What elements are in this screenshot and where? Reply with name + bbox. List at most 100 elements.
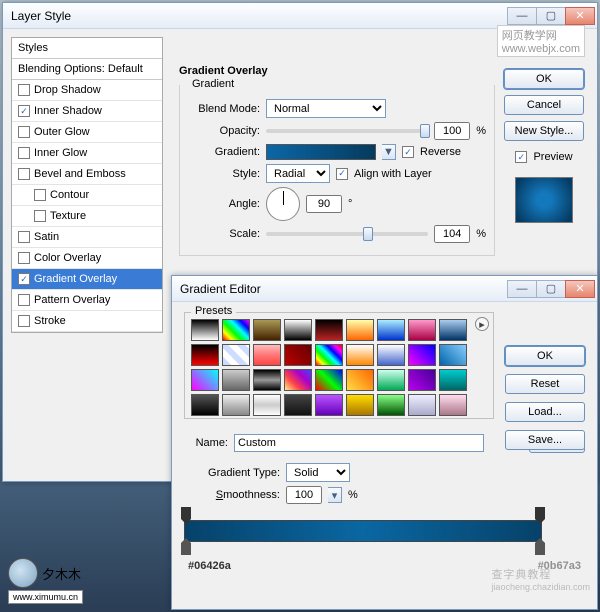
- smoothness-value[interactable]: [286, 486, 322, 504]
- opacity-value[interactable]: [434, 122, 470, 140]
- presets-options-icon[interactable]: ▸: [475, 317, 489, 331]
- color-stop-right[interactable]: [535, 543, 545, 555]
- style-item-contour[interactable]: Contour: [12, 185, 162, 206]
- preset-swatch[interactable]: [315, 344, 343, 366]
- style-checkbox[interactable]: [18, 294, 30, 306]
- style-item-satin[interactable]: Satin: [12, 227, 162, 248]
- style-item-gradient-overlay[interactable]: Gradient Overlay: [12, 269, 162, 290]
- preset-swatch[interactable]: [284, 394, 312, 416]
- minimize-button[interactable]: —: [507, 7, 537, 25]
- style-item-drop-shadow[interactable]: Drop Shadow: [12, 80, 162, 101]
- preset-swatch[interactable]: [284, 344, 312, 366]
- ge-load-button[interactable]: Load...: [505, 402, 585, 422]
- preset-swatch[interactable]: [346, 394, 374, 416]
- scale-slider[interactable]: [266, 232, 428, 236]
- style-checkbox[interactable]: [34, 210, 46, 222]
- preset-swatch[interactable]: [284, 319, 312, 341]
- style-item-color-overlay[interactable]: Color Overlay: [12, 248, 162, 269]
- style-item-inner-glow[interactable]: Inner Glow: [12, 143, 162, 164]
- blending-options-header[interactable]: Blending Options: Default: [12, 59, 162, 80]
- preview-checkbox[interactable]: [515, 151, 527, 163]
- preset-swatch[interactable]: [377, 394, 405, 416]
- ge-minimize[interactable]: —: [507, 280, 537, 298]
- opacity-slider[interactable]: [266, 129, 428, 133]
- opacity-stop-right[interactable]: [535, 507, 545, 519]
- preset-swatch[interactable]: [191, 344, 219, 366]
- preset-swatch[interactable]: [315, 319, 343, 341]
- preset-swatch[interactable]: [408, 319, 436, 341]
- scale-value[interactable]: [434, 225, 470, 243]
- preset-swatch[interactable]: [346, 319, 374, 341]
- preset-swatch[interactable]: [191, 319, 219, 341]
- preset-swatch[interactable]: [408, 394, 436, 416]
- style-checkbox[interactable]: [18, 147, 30, 159]
- preset-swatch[interactable]: [315, 394, 343, 416]
- maximize-button[interactable]: ▢: [536, 7, 566, 25]
- preset-swatch[interactable]: [439, 369, 467, 391]
- style-item-stroke[interactable]: Stroke: [12, 311, 162, 332]
- style-item-texture[interactable]: Texture: [12, 206, 162, 227]
- preset-swatch[interactable]: [191, 394, 219, 416]
- preset-swatch[interactable]: [346, 369, 374, 391]
- style-checkbox[interactable]: [18, 231, 30, 243]
- styles-header[interactable]: Styles: [12, 38, 162, 59]
- style-item-bevel-and-emboss[interactable]: Bevel and Emboss: [12, 164, 162, 185]
- preset-swatch[interactable]: [253, 319, 281, 341]
- ge-ok-button[interactable]: OK: [505, 346, 585, 366]
- preset-swatch[interactable]: [377, 319, 405, 341]
- preset-swatch[interactable]: [377, 344, 405, 366]
- blend-mode-select[interactable]: Normal: [266, 99, 386, 118]
- preset-swatch[interactable]: [439, 319, 467, 341]
- style-checkbox[interactable]: [34, 189, 46, 201]
- preset-swatch[interactable]: [222, 369, 250, 391]
- preset-swatch[interactable]: [346, 344, 374, 366]
- preset-swatch[interactable]: [439, 344, 467, 366]
- align-checkbox[interactable]: [336, 168, 348, 180]
- color-stop-left[interactable]: [181, 543, 191, 555]
- preset-swatch[interactable]: [222, 394, 250, 416]
- name-input[interactable]: [234, 434, 484, 452]
- preset-swatch[interactable]: [222, 319, 250, 341]
- cancel-button[interactable]: Cancel: [504, 95, 584, 115]
- style-checkbox[interactable]: [18, 168, 30, 180]
- preset-swatch[interactable]: [408, 369, 436, 391]
- new-style-button[interactable]: New Style...: [504, 121, 584, 141]
- preset-swatch[interactable]: [253, 394, 281, 416]
- ge-close[interactable]: ✕: [565, 280, 595, 298]
- preset-swatch[interactable]: [377, 369, 405, 391]
- gradient-bar[interactable]: [184, 520, 542, 542]
- preset-swatch[interactable]: [315, 369, 343, 391]
- ge-titlebar[interactable]: Gradient Editor — ▢ ✕: [172, 276, 597, 302]
- opacity-stop-left[interactable]: [181, 507, 191, 519]
- preset-swatch[interactable]: [191, 369, 219, 391]
- preset-swatch[interactable]: [253, 369, 281, 391]
- gradient-dropdown[interactable]: ▼: [382, 144, 396, 160]
- style-item-inner-shadow[interactable]: Inner Shadow: [12, 101, 162, 122]
- close-button[interactable]: ✕: [565, 7, 595, 25]
- style-item-pattern-overlay[interactable]: Pattern Overlay: [12, 290, 162, 311]
- gradient-swatch[interactable]: [266, 144, 376, 160]
- style-checkbox[interactable]: [18, 252, 30, 264]
- preset-swatch[interactable]: [408, 344, 436, 366]
- style-item-outer-glow[interactable]: Outer Glow: [12, 122, 162, 143]
- preset-swatch[interactable]: [284, 369, 312, 391]
- smoothness-dropdown[interactable]: ▾: [328, 487, 342, 503]
- preview-swatch: [515, 177, 573, 223]
- style-checkbox[interactable]: [18, 273, 30, 285]
- angle-value[interactable]: [306, 195, 342, 213]
- style-select[interactable]: Radial: [266, 164, 330, 183]
- style-checkbox[interactable]: [18, 315, 30, 327]
- angle-dial[interactable]: [266, 187, 300, 221]
- preset-swatch[interactable]: [439, 394, 467, 416]
- reverse-checkbox[interactable]: [402, 146, 414, 158]
- preset-swatch[interactable]: [222, 344, 250, 366]
- ge-save-button[interactable]: Save...: [505, 430, 585, 450]
- preset-swatch[interactable]: [253, 344, 281, 366]
- ge-maximize[interactable]: ▢: [536, 280, 566, 298]
- style-checkbox[interactable]: [18, 126, 30, 138]
- ge-reset-button[interactable]: Reset: [505, 374, 585, 394]
- gradient-type-select[interactable]: Solid: [286, 463, 350, 482]
- style-checkbox[interactable]: [18, 84, 30, 96]
- style-checkbox[interactable]: [18, 105, 30, 117]
- ok-button[interactable]: OK: [504, 69, 584, 89]
